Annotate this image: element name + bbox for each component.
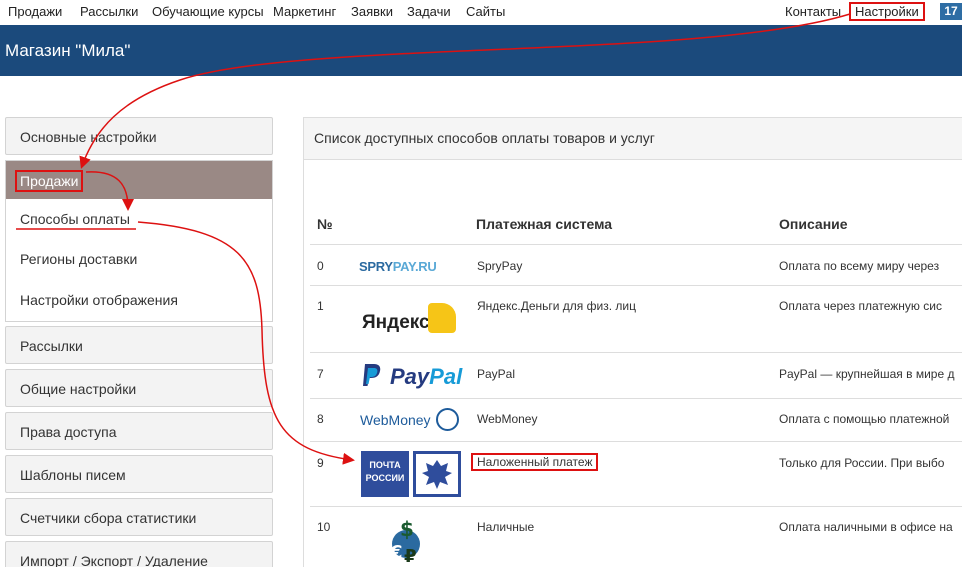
pochta-logo-text: ПОЧТА	[369, 460, 401, 470]
column-header-payment-system: Платежная система	[476, 216, 613, 232]
payment-system-name[interactable]: Наложенный платеж	[471, 453, 599, 471]
shop-title: Магазин "Мила"	[5, 41, 131, 60]
payment-system-name[interactable]: SpryPay	[477, 259, 522, 273]
sidebar-subitem-delivery-regions[interactable]: Регионы доставки	[20, 251, 137, 267]
nav-requests[interactable]: Заявки	[351, 4, 393, 19]
paypal-logo-text: Pay	[390, 364, 430, 389]
nav-sites[interactable]: Сайты	[466, 4, 505, 19]
webmoney-logo: WebMoney	[360, 412, 431, 428]
payment-system-name[interactable]: WebMoney	[477, 412, 537, 426]
webmoney-globe-icon	[436, 408, 459, 431]
panel-header: Список доступных способов оплаты товаров…	[304, 118, 962, 160]
sidebar-item-mailings[interactable]: Рассылки	[5, 326, 273, 364]
table-divider	[310, 441, 962, 442]
shop-header: Магазин "Мила"	[0, 25, 962, 76]
nav-marketing[interactable]: Маркетинг	[273, 4, 336, 19]
payment-description: Оплата через платежную сис	[779, 299, 942, 313]
payment-system-name[interactable]: Наличные	[477, 520, 534, 534]
yandex-wallet-icon	[428, 303, 456, 333]
svg-text:$: $	[400, 517, 414, 541]
sidebar-subitem-display-settings[interactable]: Настройки отображения	[20, 292, 178, 308]
payment-description: Оплата по всему миру через	[779, 259, 940, 273]
nav-tasks[interactable]: Задачи	[407, 4, 451, 19]
sprypay-logo: SPRYPAY.RU	[359, 259, 437, 274]
payment-system-name[interactable]: Яндекс.Деньги для физ. лиц	[477, 299, 636, 313]
payment-description: PayPal — крупнейшая в мире д	[779, 367, 955, 381]
sidebar-item-sales[interactable]: Продажи	[6, 161, 272, 199]
sidebar-item-statistics-counters[interactable]: Счетчики сбора статистики	[5, 498, 273, 536]
row-number: 8	[317, 412, 324, 426]
sidebar-item-general-settings[interactable]: Общие настройки	[5, 369, 273, 407]
nav-mailings[interactable]: Рассылки	[80, 4, 138, 19]
nav-contacts[interactable]: Контакты	[785, 4, 841, 19]
sidebar-item-sales-label: Продажи	[15, 170, 84, 192]
nav-courses[interactable]: Обучающие курсы	[152, 4, 264, 19]
yandex-logo: Яндекс	[362, 312, 430, 333]
payment-system-name[interactable]: PayPal	[477, 367, 515, 381]
table-divider	[310, 506, 962, 507]
sidebar-subitem-payment-methods[interactable]: Способы оплаты	[20, 211, 130, 227]
top-navigation: Продажи Рассылки Обучающие курсы Маркети…	[0, 0, 962, 25]
svg-text:₽: ₽	[404, 546, 417, 566]
panel-title: Список доступных способов оплаты товаров…	[314, 130, 655, 146]
paypal-logo: PayPal	[390, 364, 462, 390]
sidebar-group-sales: Продажи Способы оплаты Регионы доставки …	[5, 160, 273, 322]
column-header-number: №	[317, 216, 333, 232]
sidebar-item-email-templates[interactable]: Шаблоны писем	[5, 455, 273, 493]
payment-description: Оплата с помощью платежной	[779, 412, 950, 426]
nav-sales[interactable]: Продажи	[8, 4, 62, 19]
table-divider	[310, 352, 962, 353]
column-header-description: Описание	[779, 216, 848, 232]
payment-methods-panel: Список доступных способов оплаты товаров…	[303, 117, 962, 567]
row-number: 7	[317, 367, 324, 381]
pochta-logo-text: РОССИИ	[365, 473, 405, 483]
row-number: 10	[317, 520, 331, 534]
paypal-p-icon	[363, 364, 381, 386]
svg-text:€: €	[389, 542, 403, 563]
table-divider	[310, 398, 962, 399]
paypal-logo-text: Pal	[429, 364, 463, 389]
page: Продажи Рассылки Обучающие курсы Маркети…	[0, 0, 962, 567]
sprypay-logo-text: SPRY	[359, 259, 393, 274]
table-divider	[310, 244, 962, 245]
row-number: 9	[317, 456, 324, 470]
row-number: 0	[317, 259, 324, 273]
payment-description: Только для России. При выбо	[779, 456, 945, 470]
pochta-rossii-logo: ПОЧТА РОССИИ	[361, 451, 409, 497]
table-divider	[310, 285, 962, 286]
cash-logo: $ € ₽	[389, 517, 420, 566]
sidebar-item-main-settings[interactable]: Основные настройки	[5, 117, 273, 155]
payment-description: Оплата наличными в офисе на	[779, 520, 953, 534]
sidebar-item-access-rights[interactable]: Права доступа	[5, 412, 273, 450]
row-number: 1	[317, 299, 324, 313]
coat-of-arms-icon	[413, 451, 461, 497]
nav-settings[interactable]: Настройки	[849, 2, 925, 21]
sprypay-logo-text: PAY.RU	[392, 259, 437, 274]
notification-badge[interactable]: 17	[940, 3, 962, 20]
sidebar-item-import-export[interactable]: Импорт / Экспорт / Удаление	[5, 541, 273, 567]
